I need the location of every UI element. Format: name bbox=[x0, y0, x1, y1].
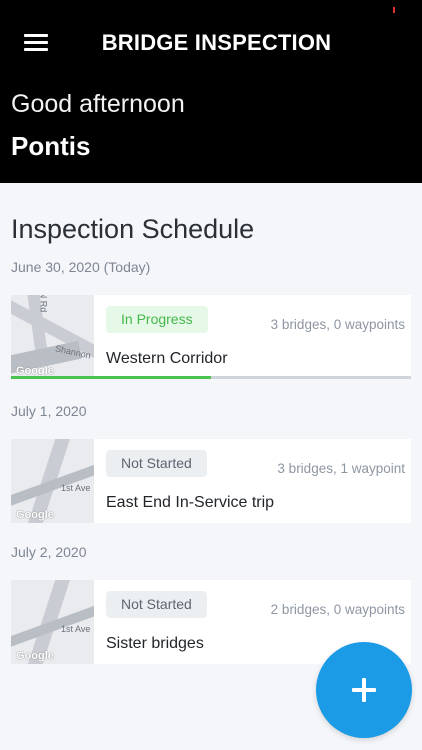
map-street-label: 1st Ave bbox=[61, 483, 91, 493]
add-trip-button[interactable] bbox=[316, 642, 412, 738]
user-name: Pontis bbox=[11, 131, 91, 161]
date-header: June 30, 2020 (Today) bbox=[11, 259, 151, 275]
trip-name: Western Corridor bbox=[106, 350, 228, 367]
map-street-label: 1st Ave bbox=[61, 624, 91, 634]
map-thumbnail: 1st Ave Google bbox=[11, 439, 94, 523]
status-badge: Not Started bbox=[106, 450, 207, 477]
map-thumbnail: N Rd Shannon Google bbox=[11, 295, 94, 379]
trip-counts: 3 bridges, 0 waypoints bbox=[270, 317, 405, 332]
trip-card[interactable]: N Rd Shannon Google In Progress 3 bridge… bbox=[11, 295, 411, 379]
status-indicator bbox=[393, 7, 395, 13]
date-header: July 1, 2020 bbox=[11, 403, 87, 419]
greeting-text: Good afternoon bbox=[11, 90, 185, 118]
app-title: BRIDGE INSPECTION bbox=[101, 30, 332, 55]
trip-name: East End In-Service trip bbox=[106, 494, 275, 511]
trip-counts: 3 bridges, 1 waypoint bbox=[277, 461, 405, 476]
map-street-label: N Rd bbox=[38, 295, 49, 313]
trip-counts: 2 bridges, 0 waypoints bbox=[270, 602, 405, 617]
page-title: Inspection Schedule bbox=[11, 214, 255, 244]
map-thumbnail: 1st Ave Google bbox=[11, 580, 94, 664]
trip-name: Sister bridges bbox=[106, 635, 204, 652]
progress-bar bbox=[11, 376, 411, 379]
date-header: July 2, 2020 bbox=[11, 544, 87, 560]
trip-card[interactable]: 1st Ave Google Not Started 3 bridges, 1 … bbox=[11, 439, 411, 523]
status-badge: In Progress bbox=[106, 306, 208, 333]
progress-bar-fill bbox=[11, 376, 211, 379]
google-logo: Google bbox=[16, 509, 54, 521]
google-logo: Google bbox=[16, 650, 54, 662]
status-badge: Not Started bbox=[106, 591, 207, 618]
app-header: BRIDGE INSPECTION Good afternoon Pontis bbox=[0, 0, 422, 183]
